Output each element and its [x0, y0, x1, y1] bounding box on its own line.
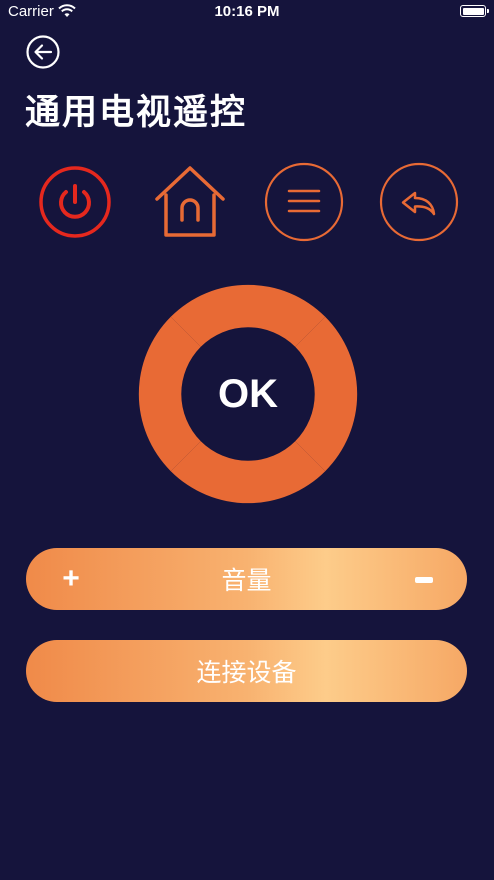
- ok-button[interactable]: [182, 328, 314, 460]
- back-button[interactable]: [25, 34, 61, 70]
- menu-icon: [264, 162, 344, 242]
- dpad: [126, 272, 370, 516]
- return-icon: [379, 162, 459, 242]
- volume-bar: + 音量: [26, 548, 467, 610]
- home-icon: [155, 166, 225, 237]
- back-arrow-icon: [26, 35, 60, 69]
- home-button[interactable]: [150, 162, 230, 242]
- connect-device-button[interactable]: 连接设备: [26, 640, 467, 702]
- connect-device-label: 连接设备: [196, 658, 297, 687]
- power-button[interactable]: [35, 162, 115, 242]
- status-time: 10:16 PM: [214, 3, 280, 20]
- page-title: 通用电视遥控: [25, 93, 248, 133]
- power-icon: [39, 166, 111, 238]
- battery-icon: [460, 5, 489, 17]
- status-bar: Carrier 10:16 PM: [0, 0, 494, 26]
- return-button[interactable]: [379, 162, 459, 242]
- menu-button[interactable]: [264, 162, 344, 242]
- minus-icon: [415, 577, 433, 583]
